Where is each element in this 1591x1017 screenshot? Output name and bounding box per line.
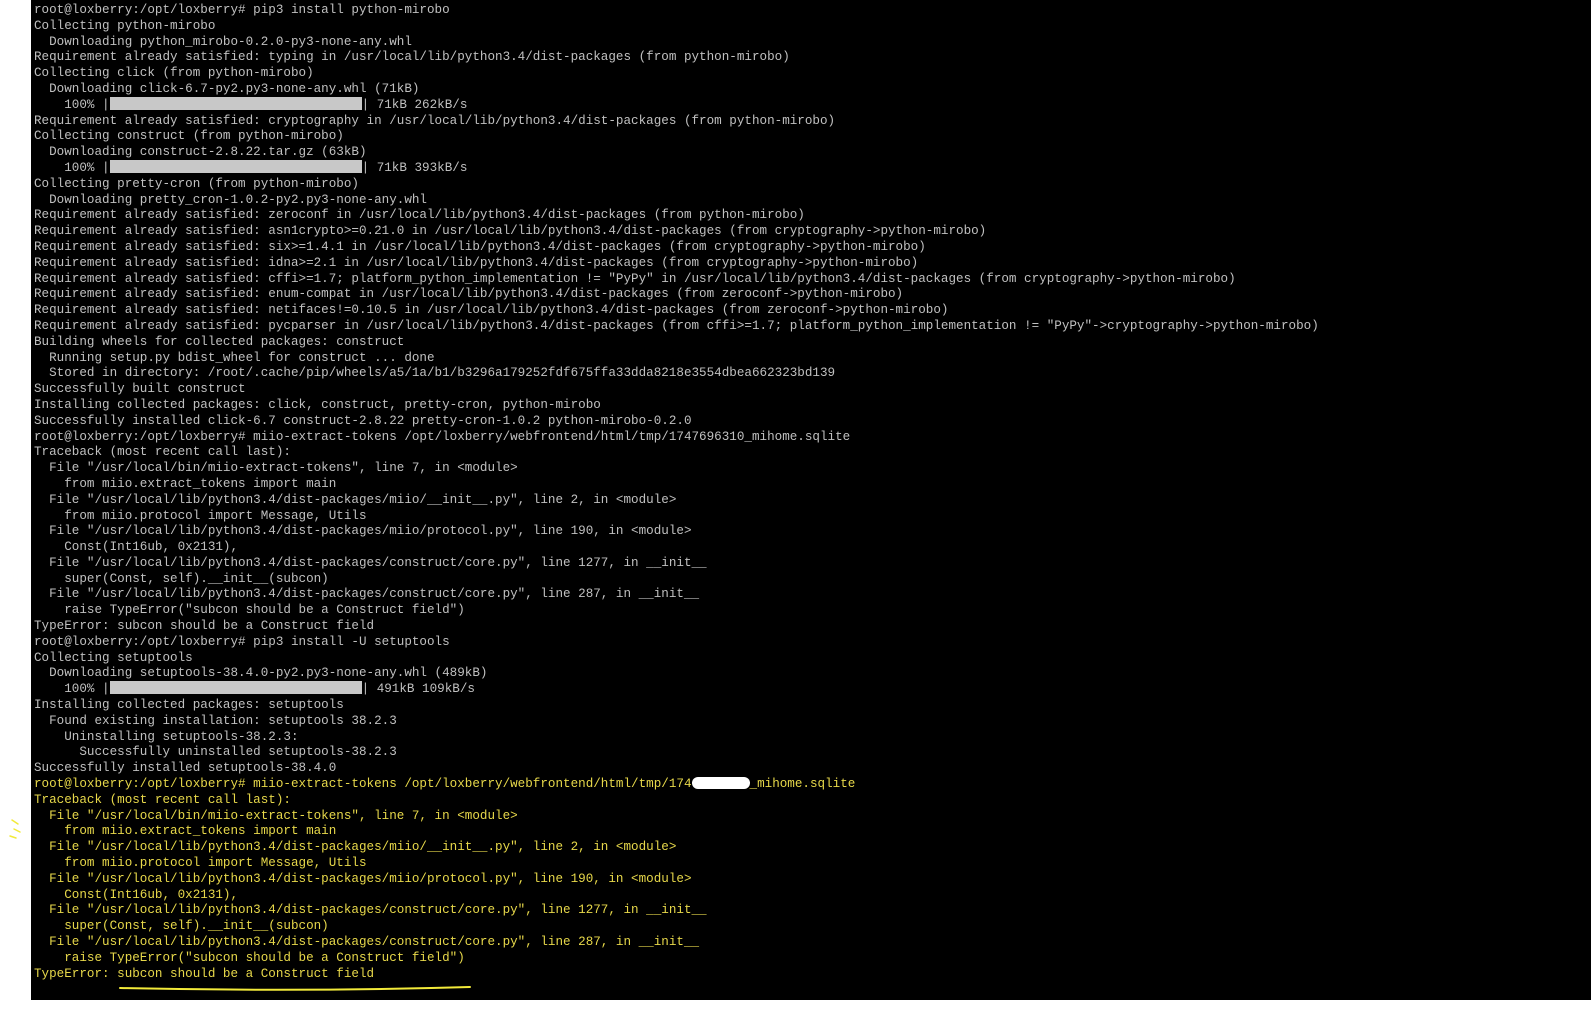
- terminal-line: Found existing installation: setuptools …: [34, 713, 397, 728]
- terminal-line: Collecting pretty-cron (from python-miro…: [34, 176, 359, 191]
- screenshot-canvas: root@loxberry:/opt/loxberry# pip3 instal…: [0, 0, 1591, 1017]
- terminal-line: from miio.protocol import Message, Utils: [34, 508, 367, 523]
- progress-bar: [109, 681, 362, 695]
- terminal-line: Requirement already satisfied: cffi>=1.7…: [34, 271, 1236, 286]
- redaction-mark: [691, 776, 750, 789]
- terminal-line: File "/usr/local/lib/python3.4/dist-pack…: [34, 555, 707, 570]
- terminal-line: Requirement already satisfied: idna>=2.1…: [34, 255, 919, 270]
- terminal-line: Collecting construct (from python-mirobo…: [34, 129, 344, 144]
- terminal-output: root@loxberry:/opt/loxberry# pip3 instal…: [34, 3, 1319, 982]
- terminal-line: Installing collected packages: click, co…: [34, 397, 601, 412]
- highlight-stroke-left-3: [9, 835, 17, 839]
- terminal-line: Downloading click-6.7-py2.py3-none-any.w…: [34, 81, 420, 96]
- terminal-line: Running setup.py bdist_wheel for constru…: [34, 350, 435, 365]
- terminal-line: File "/usr/local/lib/python3.4/dist-pack…: [34, 935, 700, 950]
- terminal-line: Const(Int16ub, 0x2131),: [34, 887, 239, 902]
- command-line: root@loxberry:/opt/loxberry# miio-extrac…: [34, 429, 851, 444]
- terminal-line: from miio.extract_tokens import main: [34, 824, 337, 839]
- progress-line: 100% | | 491kB 109kB/s: [34, 681, 1319, 698]
- terminal-line: Building wheels for collected packages: …: [34, 334, 405, 349]
- terminal-line: from miio.extract_tokens import main: [34, 476, 337, 491]
- terminal-line: super(Const, self).__init__(subcon): [34, 571, 329, 586]
- highlight-stroke-left-2: [13, 828, 21, 833]
- progress-bar: [109, 96, 362, 110]
- terminal-line: Requirement already satisfied: asn1crypt…: [34, 224, 987, 239]
- terminal-line: Collecting click (from python-mirobo): [34, 66, 314, 81]
- highlight-stroke-left-1: [11, 819, 19, 825]
- terminal-line: Downloading python_mirobo-0.2.0-py3-none…: [34, 34, 412, 49]
- terminal-line: File "/usr/local/lib/python3.4/dist-pack…: [34, 903, 707, 918]
- command-text-before: root@loxberry:/opt/loxberry# miio-extrac…: [34, 777, 692, 792]
- progress-prefix: 100% |: [34, 160, 110, 175]
- terminal-line: raise TypeError("subcon should be a Cons…: [34, 603, 465, 618]
- terminal-line: Installing collected packages: setuptool…: [34, 698, 344, 713]
- terminal-line: Successfully installed click-6.7 constru…: [34, 413, 692, 428]
- terminal-line: Successfully installed setuptools-38.4.0: [34, 761, 337, 776]
- terminal-line: File "/usr/local/lib/python3.4/dist-pack…: [34, 871, 692, 886]
- progress-prefix: 100% |: [34, 97, 110, 112]
- terminal-line: File "/usr/local/lib/python3.4/dist-pack…: [34, 840, 677, 855]
- command-line: root@loxberry:/opt/loxberry# pip3 instal…: [34, 3, 450, 17]
- terminal-line: Requirement already satisfied: six>=1.4.…: [34, 239, 926, 254]
- command-text-after: _mihome.sqlite: [749, 777, 856, 792]
- terminal-line: File "/usr/local/bin/miio-extract-tokens…: [34, 808, 518, 823]
- terminal-line: Requirement already satisfied: enum-comp…: [34, 287, 904, 302]
- terminal-window[interactable]: root@loxberry:/opt/loxberry# pip3 instal…: [31, 0, 1591, 1000]
- terminal-line: raise TypeError("subcon should be a Cons…: [34, 950, 465, 965]
- terminal-line: Stored in directory: /root/.cache/pip/wh…: [34, 366, 836, 381]
- progress-prefix: 100% |: [34, 682, 110, 697]
- terminal-line: Downloading setuptools-38.4.0-py2.py3-no…: [34, 666, 488, 681]
- terminal-line: Downloading pretty_cron-1.0.2-py2.py3-no…: [34, 192, 427, 207]
- terminal-line: Requirement already satisfied: netifaces…: [34, 303, 949, 318]
- terminal-line: File "/usr/local/lib/python3.4/dist-pack…: [34, 587, 700, 602]
- terminal-line: Successfully uninstalled setuptools-38.2…: [34, 745, 397, 760]
- progress-bar: [109, 160, 362, 174]
- terminal-line: Requirement already satisfied: pycparser…: [34, 318, 1319, 333]
- terminal-line: Requirement already satisfied: zeroconf …: [34, 208, 805, 223]
- terminal-line: Collecting setuptools: [34, 650, 193, 665]
- terminal-line: File "/usr/local/lib/python3.4/dist-pack…: [34, 524, 692, 539]
- terminal-line: Traceback (most recent call last):: [34, 445, 291, 460]
- progress-suffix: | 71kB 262kB/s: [361, 97, 468, 112]
- terminal-line: Const(Int16ub, 0x2131),: [34, 540, 239, 555]
- progress-line: 100% | | 71kB 262kB/s: [34, 96, 1319, 114]
- terminal-line: Downloading construct-2.8.22.tar.gz (63k…: [34, 145, 367, 160]
- command-line-redacted: root@loxberry:/opt/loxberry# miio-extrac…: [34, 776, 1319, 793]
- terminal-line: Collecting python-mirobo: [34, 18, 216, 33]
- terminal-line: Successfully built construct: [34, 382, 246, 397]
- terminal-line: super(Const, self).__init__(subcon): [34, 919, 329, 934]
- progress-line: 100% | | 71kB 393kB/s: [34, 160, 1319, 177]
- terminal-line: Requirement already satisfied: typing in…: [34, 50, 790, 65]
- terminal-line: Requirement already satisfied: cryptogra…: [34, 113, 836, 128]
- terminal-line: File "/usr/local/bin/miio-extract-tokens…: [34, 461, 518, 476]
- terminal-line: Uninstalling setuptools-38.2.3:: [34, 729, 299, 744]
- command-line: root@loxberry:/opt/loxberry# pip3 instal…: [34, 634, 450, 649]
- terminal-line: Traceback (most recent call last):: [34, 792, 291, 807]
- terminal-line: File "/usr/local/lib/python3.4/dist-pack…: [34, 492, 677, 507]
- terminal-line: TypeError: subcon should be a Construct …: [34, 619, 375, 634]
- terminal-line: TypeError: subcon should be a Construct …: [34, 966, 375, 981]
- progress-suffix: | 71kB 393kB/s: [361, 160, 468, 175]
- progress-suffix: | 491kB 109kB/s: [361, 682, 475, 697]
- terminal-line: from miio.protocol import Message, Utils: [34, 856, 367, 871]
